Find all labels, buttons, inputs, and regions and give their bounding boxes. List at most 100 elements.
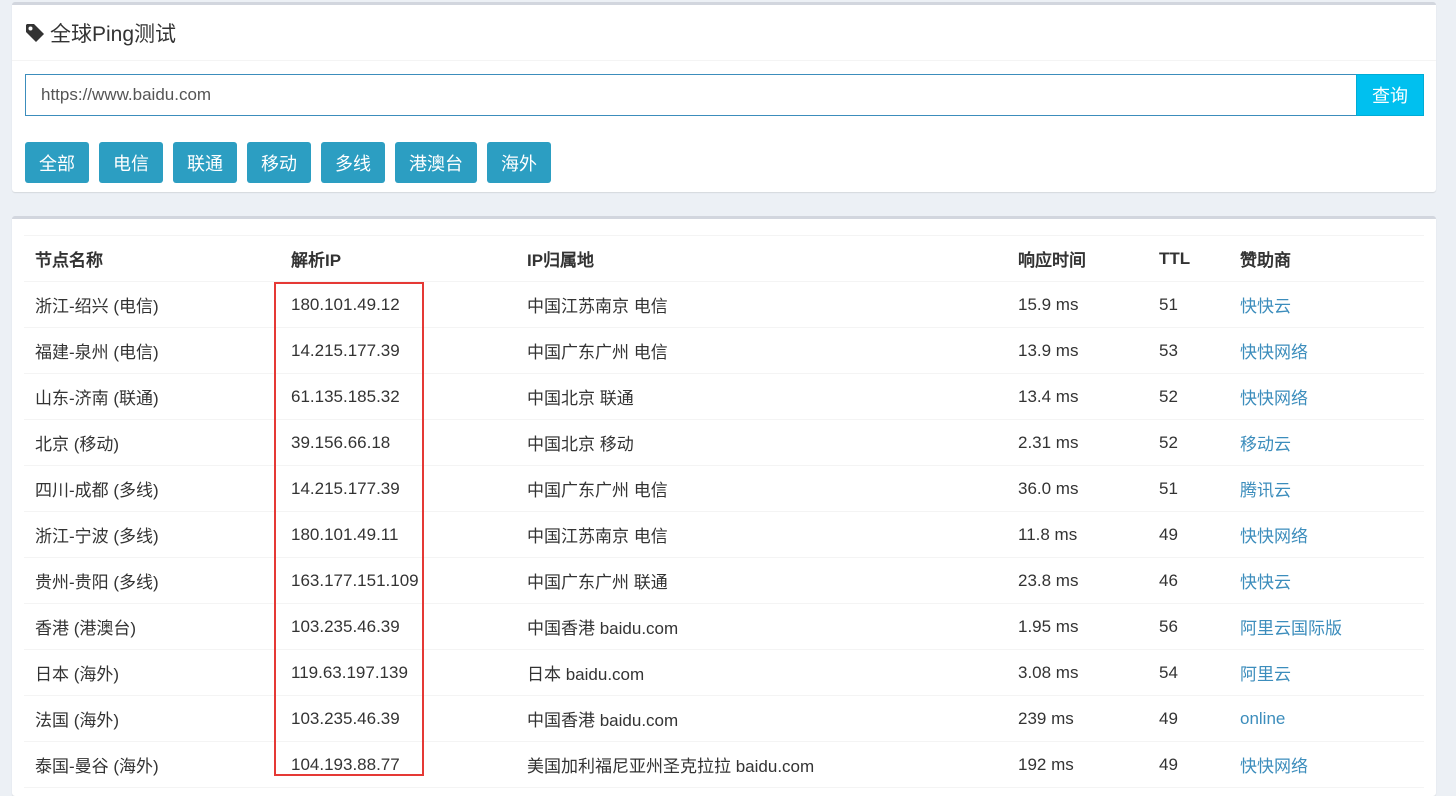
table-row: 泰国-曼谷 (海外) 104.193.88.77 美国加利福尼亚州圣克拉拉 baid… [24,741,1424,788]
column-header-location: IP归属地 [516,235,1007,282]
sponsor-link[interactable]: 快快网络 [1229,373,1424,420]
ip-location-cell: 中国广东广州 电信 [516,465,1007,512]
resolved-ip-cell: 104.193.88.77 [280,741,516,788]
ip-location-cell: 中国北京 联通 [516,373,1007,420]
table-row: 四川-成都 (多线) 14.215.177.39 中国广东广州 电信 36.0 ms 5… [24,465,1424,512]
column-header-ip: 解析IP [280,235,516,282]
sponsor-link[interactable]: online [1229,695,1424,742]
sponsor-link[interactable]: 快快云 [1229,281,1424,328]
ttl-cell: 49 [1148,511,1229,558]
ttl-cell: 52 [1148,373,1229,420]
ip-location-cell: 日本 baidu.com [516,649,1007,696]
search-bar: 查询 [25,74,1424,116]
table-row: 日本 (海外) 119.63.197.139 日本 baidu.com 3.08 ms… [24,649,1424,696]
response-time-cell: 13.4 ms [1007,373,1148,420]
response-time-cell: 36.0 ms [1007,465,1148,512]
query-button[interactable]: 查询 [1356,74,1424,116]
ttl-cell: 46 [1148,557,1229,604]
search-panel: 全球Ping测试 查询 全部 电信 联通 移动 多线 港澳台 海外 [12,2,1436,192]
ip-location-cell: 中国香港 baidu.com [516,603,1007,650]
table-row: 福建-泉州 (电信) 14.215.177.39 中国广东广州 电信 13.9 ms 5… [24,327,1424,374]
filter-all-button[interactable]: 全部 [25,142,89,183]
resolved-ip-cell: 180.101.49.12 [280,281,516,328]
response-time-cell: 239 ms [1007,695,1148,742]
sponsor-link[interactable]: 快快网络 [1229,511,1424,558]
sponsor-link[interactable]: 快快网络 [1229,741,1424,788]
table-row: 贵州-贵阳 (多线) 163.177.151.109 中国广东广州 联通 23.8 m… [24,557,1424,604]
sponsor-link[interactable]: 移动云 [1229,419,1424,466]
table-row: 浙江-宁波 (多线) 180.101.49.11 中国江苏南京 电信 11.8 ms 4… [24,511,1424,558]
ttl-cell: 49 [1148,695,1229,742]
response-time-cell: 15.9 ms [1007,281,1148,328]
resolved-ip-cell: 39.156.66.18 [280,419,516,466]
sponsor-link[interactable]: 阿里云 [1229,649,1424,696]
panel-header: 全球Ping测试 [12,5,1436,61]
resolved-ip-cell: 163.177.151.109 [280,557,516,604]
table-row: 北京 (移动) 39.156.66.18 中国北京 移动 2.31 ms 52 移动云 [24,419,1424,466]
ttl-cell: 52 [1148,419,1229,466]
filter-hk-macao-tw-button[interactable]: 港澳台 [395,142,477,183]
response-time-cell: 3.08 ms [1007,649,1148,696]
table-row: 香港 (港澳台) 103.235.46.39 中国香港 baidu.com 1.95 … [24,603,1424,650]
column-header-node: 节点名称 [24,235,280,282]
table-row: 法国 (海外) 103.235.46.39 中国香港 baidu.com 239 ms… [24,695,1424,742]
ip-location-cell: 美国加利福尼亚州圣克拉拉 baidu.com [516,741,1007,788]
node-name-cell: 福建-泉州 (电信) [24,327,280,374]
resolved-ip-cell: 61.135.185.32 [280,373,516,420]
response-time-cell: 2.31 ms [1007,419,1148,466]
node-name-cell: 北京 (移动) [24,419,280,466]
sponsor-link[interactable]: 快快云 [1229,557,1424,604]
tag-icon [24,22,46,44]
node-name-cell: 山东-济南 (联通) [24,373,280,420]
response-time-cell: 1.95 ms [1007,603,1148,650]
filter-unicom-button[interactable]: 联通 [173,142,237,183]
node-name-cell: 浙江-宁波 (多线) [24,511,280,558]
node-name-cell: 香港 (港澳台) [24,603,280,650]
node-name-cell: 四川-成都 (多线) [24,465,280,512]
ttl-cell: 54 [1148,649,1229,696]
table-row: 浙江-绍兴 (电信) 180.101.49.12 中国江苏南京 电信 15.9 ms 5… [24,281,1424,328]
filter-overseas-button[interactable]: 海外 [487,142,551,183]
results-table: 节点名称 解析IP IP归属地 响应时间 TTL 赞助商 浙江-绍兴 (电信) 1… [24,235,1424,788]
resolved-ip-cell: 14.215.177.39 [280,465,516,512]
ip-location-cell: 中国江苏南京 电信 [516,281,1007,328]
response-time-cell: 23.8 ms [1007,557,1148,604]
sponsor-link[interactable]: 阿里云国际版 [1229,603,1424,650]
resolved-ip-cell: 180.101.49.11 [280,511,516,558]
filter-mobile-button[interactable]: 移动 [247,142,311,183]
sponsor-link[interactable]: 腾讯云 [1229,465,1424,512]
node-name-cell: 贵州-贵阳 (多线) [24,557,280,604]
page-title: 全球Ping测试 [50,22,177,46]
response-time-cell: 192 ms [1007,741,1148,788]
table-row: 山东-济南 (联通) 61.135.185.32 中国北京 联通 13.4 ms 52 快… [24,373,1424,420]
filter-bar: 全部 电信 联通 移动 多线 港澳台 海外 [25,142,561,183]
ttl-cell: 51 [1148,465,1229,512]
resolved-ip-cell: 103.235.46.39 [280,695,516,742]
ip-location-cell: 中国香港 baidu.com [516,695,1007,742]
node-name-cell: 日本 (海外) [24,649,280,696]
column-header-time: 响应时间 [1007,235,1148,282]
node-name-cell: 浙江-绍兴 (电信) [24,281,280,328]
ip-location-cell: 中国北京 移动 [516,419,1007,466]
node-name-cell: 法国 (海外) [24,695,280,742]
ttl-cell: 49 [1148,741,1229,788]
ttl-cell: 56 [1148,603,1229,650]
resolved-ip-cell: 14.215.177.39 [280,327,516,374]
column-header-sponsor: 赞助商 [1229,235,1424,282]
filter-multiline-button[interactable]: 多线 [321,142,385,183]
column-header-ttl: TTL [1148,235,1229,282]
ttl-cell: 53 [1148,327,1229,374]
table-header-row: 节点名称 解析IP IP归属地 响应时间 TTL 赞助商 [24,235,1424,282]
ip-location-cell: 中国广东广州 联通 [516,557,1007,604]
ip-location-cell: 中国广东广州 电信 [516,327,1007,374]
resolved-ip-cell: 119.63.197.139 [280,649,516,696]
node-name-cell: 泰国-曼谷 (海外) [24,741,280,788]
resolved-ip-cell: 103.235.46.39 [280,603,516,650]
response-time-cell: 13.9 ms [1007,327,1148,374]
ip-location-cell: 中国江苏南京 电信 [516,511,1007,558]
filter-telecom-button[interactable]: 电信 [99,142,163,183]
url-input[interactable] [25,74,1356,116]
results-panel: 节点名称 解析IP IP归属地 响应时间 TTL 赞助商 浙江-绍兴 (电信) 1… [12,216,1436,796]
response-time-cell: 11.8 ms [1007,511,1148,558]
sponsor-link[interactable]: 快快网络 [1229,327,1424,374]
